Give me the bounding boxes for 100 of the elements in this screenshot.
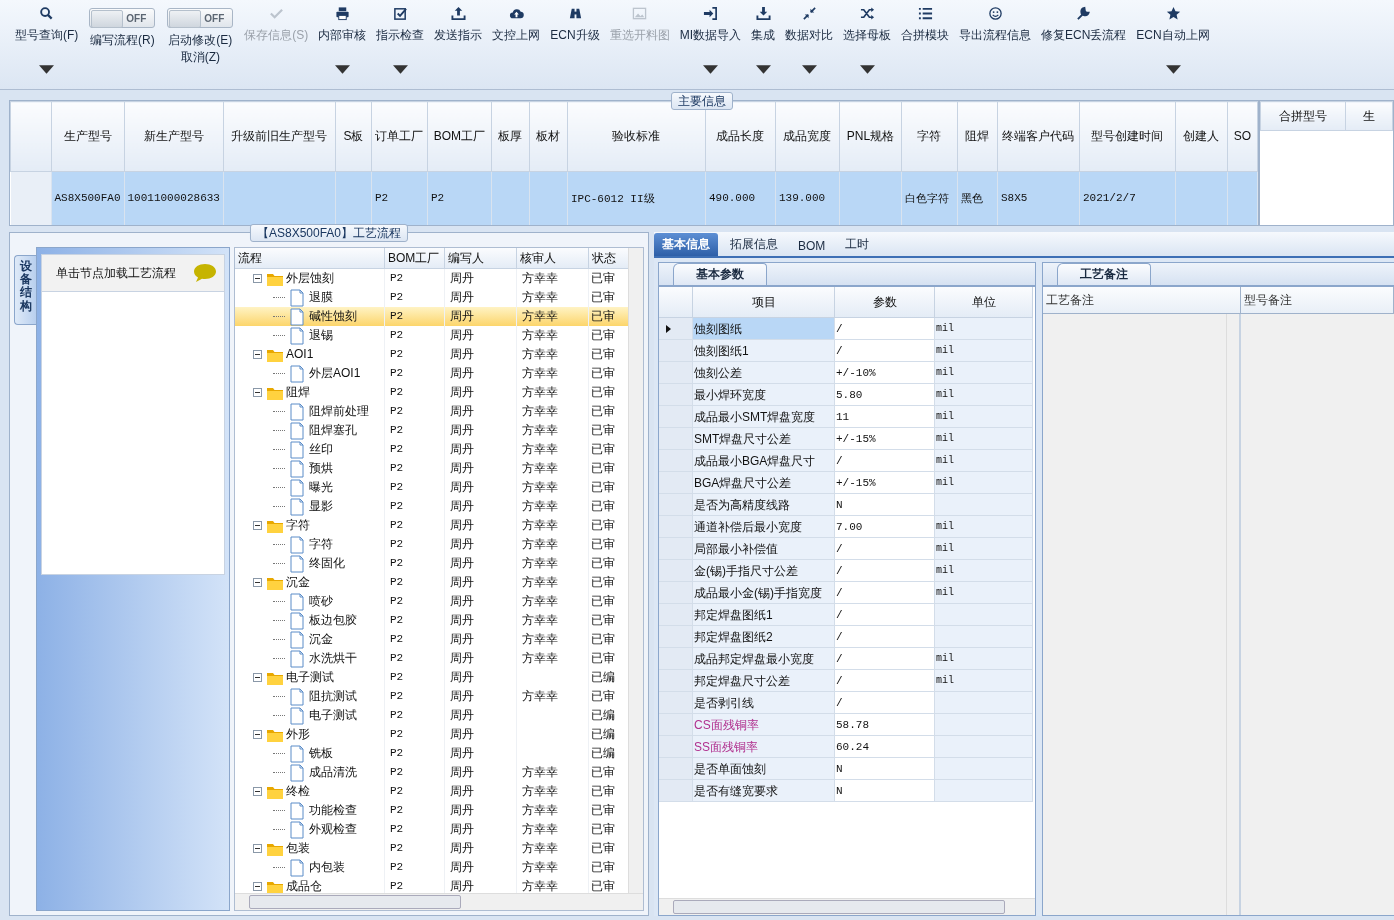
toggle-switch[interactable]: OFF	[89, 8, 156, 28]
tree-node[interactable]: 内包装	[309, 858, 345, 877]
expander-icon[interactable]	[253, 787, 262, 796]
expander-icon[interactable]	[253, 844, 262, 853]
column-header[interactable]: 流程	[235, 248, 385, 269]
side-tab[interactable]: 设备结构	[14, 255, 36, 325]
toolbar-button[interactable]: 修复ECN丢流程	[1036, 6, 1132, 44]
column-header[interactable]: 合拼型号	[1260, 101, 1346, 131]
tree-node[interactable]: 板边包胶	[309, 611, 357, 630]
tree-node[interactable]: 预烘	[309, 459, 333, 478]
tab[interactable]: 拓展信息	[722, 233, 786, 256]
toolbar-button[interactable]: 发送指示	[429, 6, 488, 44]
tree-node[interactable]: 字符	[309, 535, 333, 554]
expander-icon[interactable]	[253, 274, 262, 283]
tree-node[interactable]: 阻焊	[286, 383, 310, 402]
tree-node[interactable]: 丝印	[309, 440, 333, 459]
tree-node[interactable]: 外层蚀刻	[286, 269, 334, 288]
column-header[interactable]: 字符	[901, 101, 958, 172]
tree-node[interactable]: 成品清洗	[309, 763, 357, 782]
tree-node[interactable]: 曝光	[309, 478, 333, 497]
expander-icon[interactable]	[253, 673, 262, 682]
column-header[interactable]: 单位	[935, 287, 1033, 318]
tree-row[interactable]: 碱性蚀刻 P2 周丹 方幸幸 已审	[235, 307, 628, 326]
tab[interactable]: 工艺备注	[1057, 263, 1151, 285]
toolbar-button[interactable]: 型号查询(F)	[10, 6, 84, 77]
tree-node[interactable]: 字符	[286, 516, 310, 535]
column-header[interactable]: 型号创建时间	[1079, 101, 1176, 172]
column-header[interactable]: 参数	[835, 287, 935, 318]
tree-node[interactable]: 退膜	[309, 288, 333, 307]
column-header[interactable]: 状态	[589, 248, 628, 269]
tree-node[interactable]: 终检	[286, 782, 310, 801]
column-header[interactable]: 成品宽度	[775, 101, 840, 172]
column-header[interactable]: 订单工厂	[371, 101, 428, 172]
table-cell: 7.00	[835, 516, 935, 538]
toolbar-button[interactable]: MI数据导入	[674, 6, 746, 77]
column-header[interactable]: PNL规格	[839, 101, 902, 172]
tab[interactable]: BOM	[790, 236, 834, 256]
tree-node[interactable]: 阻焊前处理	[309, 402, 369, 421]
column-header[interactable]: 编写人	[445, 248, 517, 269]
column-header[interactable]: SO	[1227, 101, 1258, 172]
expander-icon[interactable]	[253, 578, 262, 587]
tree-node[interactable]: 水洗烘干	[309, 649, 357, 668]
column-header[interactable]: 板材	[529, 101, 568, 172]
tree-node[interactable]: 电子测试	[309, 706, 357, 725]
tab[interactable]: 工时	[837, 233, 878, 256]
column-header[interactable]: 终端客户代码	[997, 101, 1080, 172]
toggle-switch[interactable]: OFF	[167, 8, 234, 28]
tree-node[interactable]: 沉金	[309, 630, 333, 649]
expander-icon[interactable]	[253, 730, 262, 739]
column-header[interactable]: 升级前旧生产型号	[223, 101, 336, 172]
tree-node[interactable]: 显影	[309, 497, 333, 516]
toolbar-button[interactable]: 文控上网	[487, 6, 546, 44]
tree-node[interactable]: 功能检查	[309, 801, 357, 820]
toolbar-button[interactable]: 指示检查	[371, 6, 430, 77]
tree-node[interactable]: 外观检查	[309, 820, 357, 839]
column-header[interactable]: 板厚	[491, 101, 530, 172]
column-header[interactable]: 新生产型号	[124, 101, 224, 172]
column-header[interactable]: 创建人	[1175, 101, 1228, 172]
toolbar-button[interactable]: 数据对比	[780, 6, 838, 77]
column-header[interactable]: 生	[1345, 101, 1393, 131]
tree-node[interactable]: 沉金	[286, 573, 310, 592]
tree-node[interactable]: 阻焊塞孔	[309, 421, 357, 440]
column-header[interactable]: 阻焊	[957, 101, 998, 172]
tree-node[interactable]: 阻抗测试	[309, 687, 357, 706]
tree-node[interactable]: 铣板	[309, 744, 333, 763]
column-header[interactable]: 核审人	[517, 248, 589, 269]
toolbar-button[interactable]: 集成	[746, 6, 780, 77]
column-header[interactable]: 生产型号	[51, 101, 124, 172]
table-cell: SMT焊盘尺寸公差	[693, 428, 835, 450]
column-header[interactable]: BOM工厂	[427, 101, 492, 172]
scrollbar[interactable]	[235, 893, 643, 910]
expander-icon[interactable]	[253, 388, 262, 397]
column-header[interactable]: S板	[335, 101, 372, 172]
tree-node[interactable]: 电子测试	[286, 668, 334, 687]
tree-node[interactable]: 碱性蚀刻	[309, 307, 357, 326]
toolbar-button[interactable]: ECN升级	[545, 6, 605, 44]
column-header[interactable]: 项目	[693, 287, 835, 318]
tree-node[interactable]: 包装	[286, 839, 310, 858]
row-header[interactable]	[659, 318, 693, 340]
tab[interactable]: 基本参数	[673, 263, 767, 285]
toolbar-button[interactable]: 导出流程信息	[954, 6, 1036, 44]
tree-node[interactable]: 喷砂	[309, 592, 333, 611]
column-header[interactable]: BOM工厂	[385, 248, 445, 269]
toolbar-button[interactable]: ECN自动上网	[1131, 6, 1215, 77]
scrollbar[interactable]	[628, 248, 643, 893]
tree-node[interactable]: 退锡	[309, 326, 333, 345]
tree-node[interactable]: 外层AOI1	[309, 364, 361, 383]
tab[interactable]: 基本信息	[654, 233, 718, 256]
table-row[interactable]: AS8X500FA0 10011000028633 P2 P2 IPC-6012 II级 490.000 139.000 白色字符 黑色 S8X5 2021/2/7	[10, 171, 1258, 225]
scrollbar[interactable]	[659, 898, 1035, 915]
tree-node[interactable]: 成品仓	[286, 877, 322, 893]
tree-node[interactable]: 外形	[286, 725, 310, 744]
tree-node[interactable]: AOI1	[286, 345, 314, 364]
expander-icon[interactable]	[253, 882, 262, 891]
toolbar-button[interactable]: 合拼模块	[896, 6, 954, 44]
toolbar-button[interactable]: 选择母板	[838, 6, 896, 77]
tree-node[interactable]: 终固化	[309, 554, 345, 573]
expander-icon[interactable]	[253, 350, 262, 359]
expander-icon[interactable]	[253, 521, 262, 530]
toolbar-button[interactable]: 内部审核	[313, 6, 372, 77]
